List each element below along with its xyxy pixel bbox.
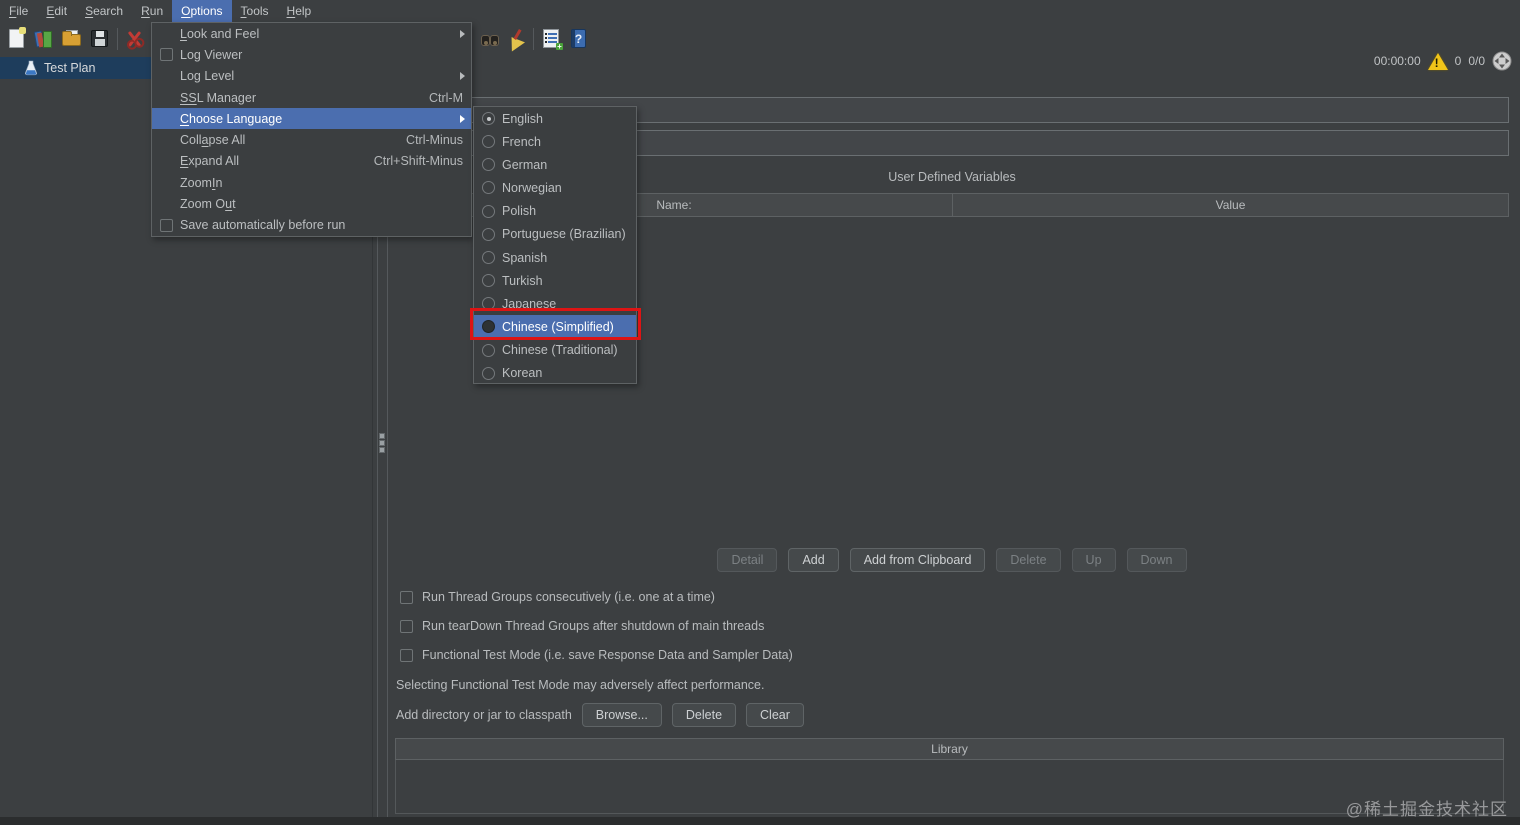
lang-item-japanese[interactable]: Japanese	[474, 292, 636, 315]
menu-item-zoom-out[interactable]: Zoom Out	[152, 193, 471, 214]
lang-item-norwegian[interactable]: Norwegian	[474, 176, 636, 199]
menu-item-expand-all[interactable]: Expand All Ctrl+Shift-Minus	[152, 151, 471, 172]
radio-icon	[482, 274, 495, 288]
menu-item-collapse-all[interactable]: Coll a pse All Ctrl-Minus	[152, 129, 471, 150]
menu-item-choose-language[interactable]: Choose Language	[152, 108, 471, 130]
radio-icon	[482, 366, 495, 380]
radio-icon	[482, 250, 495, 264]
checkbox-run-consecutive[interactable]: Run Thread Groups consecutively (i.e. on…	[400, 590, 715, 604]
radio-icon	[482, 343, 495, 357]
lang-item-spanish[interactable]: Spanish	[474, 246, 636, 269]
classpath-label: Add directory or jar to classpath	[396, 708, 572, 722]
submenu-arrow-icon	[460, 72, 465, 81]
new-file-icon[interactable]	[8, 27, 28, 49]
radio-icon	[482, 320, 495, 334]
tree-node-label: Test Plan	[44, 61, 96, 75]
search-icon[interactable]	[481, 31, 501, 51]
menu-bar: File Edit Search Run Options Tools Help	[0, 0, 1520, 22]
elapsed-timer: 00:00:00	[1373, 54, 1421, 68]
udv-button-row: Detail Add Add from Clipboard Delete Up …	[395, 548, 1509, 572]
library-header[interactable]: Library	[395, 738, 1504, 760]
down-button[interactable]: Down	[1126, 548, 1187, 572]
menu-item-save-automatically[interactable]: Save automatically before run	[152, 215, 471, 236]
test-plan-flask-icon	[24, 60, 38, 76]
splitter-grip-dot	[379, 447, 385, 453]
lang-item-chinese-traditional[interactable]: Chinese (Traditional)	[474, 339, 636, 362]
error-count: 0	[1454, 54, 1462, 68]
lang-item-german[interactable]: German	[474, 153, 636, 176]
menu-item-zoom-in[interactable]: Zoom In	[152, 172, 471, 193]
splitter-grip-dot	[379, 440, 385, 446]
radio-icon	[482, 297, 495, 311]
lang-item-portuguese-brazilian[interactable]: Portuguese (Brazilian)	[474, 223, 636, 246]
menu-item-ssl-manager[interactable]: SS L Manager Ctrl-M	[152, 87, 471, 108]
menu-tools[interactable]: Tools	[232, 0, 278, 22]
help-icon[interactable]: ?	[569, 29, 589, 49]
menu-run[interactable]: Run	[132, 0, 172, 22]
add-from-clipboard-button[interactable]: Add from Clipboard	[849, 548, 986, 572]
lang-item-english[interactable]: English	[474, 107, 636, 130]
menu-edit[interactable]: Edit	[37, 0, 76, 22]
lang-item-chinese-simplified[interactable]: Chinese (Simplified)	[474, 315, 636, 339]
lang-item-turkish[interactable]: Turkish	[474, 269, 636, 292]
checkbox-icon	[400, 619, 413, 633]
functional-mode-note: Selecting Functional Test Mode may adver…	[396, 678, 765, 692]
splitter-grip-dot	[379, 433, 385, 439]
radio-icon	[482, 135, 495, 149]
menu-item-look-and-feel[interactable]: Look and Feel	[152, 23, 471, 44]
menu-options[interactable]: Options	[172, 0, 232, 22]
radio-icon	[482, 227, 495, 241]
checkbox-icon	[400, 590, 413, 604]
radio-icon	[482, 204, 495, 218]
library-panel: Library	[395, 738, 1504, 814]
classpath-delete-button[interactable]: Delete	[671, 703, 737, 727]
function-helper-icon[interactable]: +	[541, 29, 563, 51]
delete-button[interactable]: Delete	[996, 548, 1061, 572]
detail-button[interactable]: Detail	[717, 548, 778, 572]
jmeter-window: File Edit Search Run Options Tools Help …	[0, 0, 1520, 825]
radio-icon	[482, 181, 495, 195]
submenu-arrow-icon	[460, 29, 465, 38]
cut-icon[interactable]	[124, 29, 144, 49]
menu-item-log-viewer[interactable]: Log Viewer	[152, 44, 471, 65]
lang-item-korean[interactable]: Korean	[474, 362, 636, 385]
up-button[interactable]: Up	[1071, 548, 1116, 572]
checkbox-icon	[400, 648, 413, 662]
lang-item-polish[interactable]: Polish	[474, 200, 636, 223]
templates-icon[interactable]	[33, 29, 55, 49]
add-button[interactable]: Add	[788, 548, 839, 572]
radio-icon	[482, 158, 495, 172]
menu-file[interactable]: File	[0, 0, 37, 22]
checkbox-icon	[160, 218, 173, 232]
browse-button[interactable]: Browse...	[581, 703, 662, 727]
clear-icon[interactable]	[505, 28, 526, 52]
save-icon[interactable]	[90, 29, 110, 49]
watermark: @稀土掘金技术社区	[1345, 800, 1508, 819]
toolbar-separator	[117, 28, 118, 50]
table-header-value[interactable]: Value	[952, 193, 1509, 217]
submenu-arrow-icon	[460, 114, 465, 123]
window-bottom-edge	[0, 817, 1520, 825]
warning-icon[interactable]	[1427, 52, 1448, 70]
checkbox-teardown[interactable]: Run tearDown Thread Groups after shutdow…	[400, 619, 764, 633]
checkbox-icon	[160, 48, 173, 62]
toolbar-separator	[533, 28, 534, 50]
lang-item-french[interactable]: French	[474, 130, 636, 153]
status-area: 00:00:00 0 0/0	[1374, 49, 1512, 73]
radio-icon	[482, 112, 495, 125]
clear-button[interactable]: Clear	[746, 703, 804, 727]
language-submenu-popup: English French German Norwegian Polish P…	[473, 106, 637, 384]
thread-count: 0/0	[1468, 54, 1485, 68]
menu-search[interactable]: Search	[76, 0, 132, 22]
open-file-icon[interactable]	[62, 29, 82, 49]
options-menu-popup: Look and Feel Log Viewer Log Level SS L M…	[151, 22, 472, 237]
menu-help[interactable]: Help	[278, 0, 321, 22]
classpath-row: Add directory or jar to classpath Browse…	[396, 703, 804, 727]
menu-item-log-level[interactable]: Log Level	[152, 66, 471, 87]
checkbox-functional-mode[interactable]: Functional Test Mode (i.e. save Response…	[400, 648, 793, 662]
threads-sphere-icon	[1492, 51, 1512, 71]
